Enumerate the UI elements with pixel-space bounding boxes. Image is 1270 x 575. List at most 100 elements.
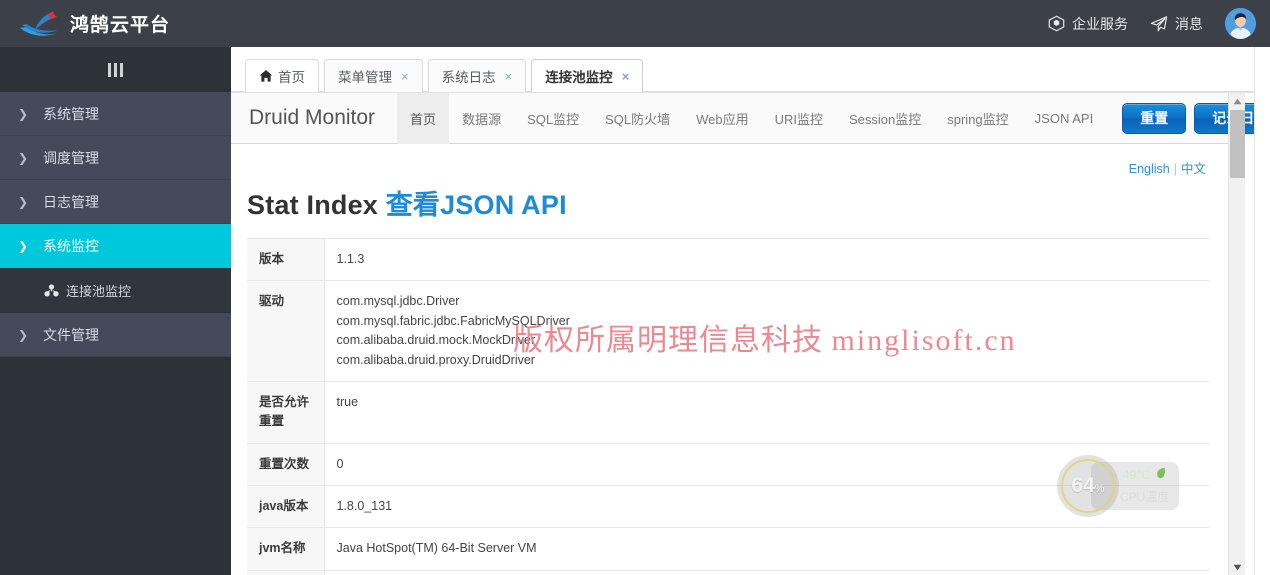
sidebar-item-system-monitor[interactable]: ❯ 系统监控 <box>0 224 231 268</box>
row-value: Java HotSpot(TM) 64-Bit Server VM <box>324 527 1209 571</box>
tab-home[interactable]: 首页 <box>245 59 319 92</box>
enterprise-service-link[interactable]: 企业服务 <box>1048 14 1128 34</box>
tab-label: 菜单管理 <box>338 70 392 85</box>
sidebar-item-schedule-management[interactable]: ❯ 调度管理 <box>0 136 231 180</box>
content-scrollbar[interactable] <box>1228 93 1245 575</box>
table-row: jvm名称 Java HotSpot(TM) 64-Bit Server VM <box>247 527 1209 571</box>
value-line: com.mysql.jdbc.Driver <box>336 294 460 309</box>
home-icon <box>259 69 273 83</box>
value-line: com.mysql.fabric.jdbc.FabricMySQLDriver <box>336 313 570 328</box>
sidebar-filler <box>0 357 231 557</box>
tab-menu-management[interactable]: 菜单管理 × <box>324 59 423 92</box>
lang-separator: | <box>1173 162 1177 176</box>
paper-plane-icon <box>1150 15 1168 33</box>
row-key: jvm名称 <box>247 527 325 571</box>
sidebar: ❯ 系统管理 ❯ 调度管理 ❯ 日志管理 ❯ 系统监控 连接池监控 ❯ 文件管理 <box>0 47 231 575</box>
druid-nav-web-app[interactable]: Web应用 <box>683 93 762 144</box>
page-title: Stat Index 查看JSON API <box>247 177 1212 238</box>
value-line: Java HotSpot(TM) 64-Bit Server VM <box>336 541 537 556</box>
value-line: com.alibaba.druid.mock.MockDriver <box>336 333 536 348</box>
table-row: 驱动 com.mysql.jdbc.Driver com.mysql.fabri… <box>247 280 1209 382</box>
row-value: 1.8.0_131 <box>324 485 1209 529</box>
close-icon[interactable]: × <box>401 70 409 83</box>
row-value: true <box>324 381 1209 444</box>
druid-body: English | 中文 Stat Index 查看JSON API 版本 1.1.… <box>231 144 1228 575</box>
sidebar-item-label: 文件管理 <box>43 326 99 343</box>
sidebar-item-log-management[interactable]: ❯ 日志管理 <box>0 180 231 224</box>
tab-strip: 首页 菜单管理 × 系统日志 × 连接池监控 × <box>231 47 1270 92</box>
close-icon[interactable]: × <box>622 70 630 83</box>
table-row: java版本 1.8.0_131 <box>247 485 1209 529</box>
scrollbar-thumb[interactable] <box>1230 110 1245 178</box>
sidebar-collapse-toggle[interactable] <box>0 47 231 92</box>
view-json-api-link[interactable]: 查看JSON API <box>386 190 567 220</box>
language-switcher: English | 中文 <box>247 144 1212 177</box>
avatar[interactable] <box>1225 8 1256 39</box>
tab-system-log[interactable]: 系统日志 × <box>427 59 527 92</box>
messages-label: 消息 <box>1175 15 1203 32</box>
sidebar-item-label: 系统管理 <box>43 105 99 122</box>
chevron-right-icon: ❯ <box>18 327 29 342</box>
druid-nav-spring-monitor[interactable]: spring监控 <box>934 93 1021 144</box>
druid-nav-datasource[interactable]: 数据源 <box>449 93 514 144</box>
scroll-down-arrow-icon[interactable] <box>1229 559 1246 575</box>
brand[interactable]: 鸿鹄云平台 <box>0 0 170 47</box>
scroll-up-arrow-icon[interactable] <box>1229 93 1246 110</box>
lang-chinese-link[interactable]: 中文 <box>1181 162 1206 176</box>
value-line: 1.1.3 <box>336 252 365 266</box>
page-title-text: Stat Index <box>247 190 379 220</box>
messages-link[interactable]: 消息 <box>1150 14 1203 34</box>
sidebar-item-file-management[interactable]: ❯ 文件管理 <box>0 313 231 357</box>
chevron-down-icon: ❯ <box>18 238 29 253</box>
app-root: 鸿鹄云平台 企业服务 消息 ❯ 系统管理 ❯ 调度管理 ❯ 日志管理 ❯ 系统监… <box>0 0 1270 575</box>
table-row: classpath路径 D \myprj\honghu-cloud\common… <box>247 570 1209 575</box>
sidebar-item-system-management[interactable]: ❯ 系统管理 <box>0 92 231 136</box>
enterprise-service-label: 企业服务 <box>1072 15 1128 32</box>
stat-index-table: 版本 1.1.3 驱动 com.mysql.jdbc.Driver com.my… <box>247 238 1209 575</box>
brand-title: 鸿鹄云平台 <box>70 15 171 36</box>
sidebar-subitem-label: 连接池监控 <box>66 283 132 299</box>
row-key: 版本 <box>247 238 325 282</box>
collapse-bars-icon <box>108 62 123 77</box>
cube-icon <box>1048 15 1065 32</box>
druid-nav-uri-monitor[interactable]: URI监控 <box>762 93 836 144</box>
right-rail <box>1254 47 1270 575</box>
row-key: java版本 <box>247 485 325 529</box>
row-value: com.mysql.jdbc.Driver com.mysql.fabric.j… <box>324 280 1209 382</box>
druid-nav-sql-firewall[interactable]: SQL防火墙 <box>592 93 683 144</box>
logo-bird-icon <box>18 9 62 39</box>
close-icon[interactable]: × <box>505 70 513 83</box>
main-content: 首页 菜单管理 × 系统日志 × 连接池监控 × Druid Monitor 首… <box>231 47 1270 575</box>
value-line: 1.8.0_131 <box>336 499 393 513</box>
value-line: true <box>336 394 359 409</box>
lang-english-link[interactable]: English <box>1129 162 1170 176</box>
sidebar-subitem-connection-pool-monitor[interactable]: 连接池监控 <box>0 268 231 313</box>
table-row: 版本 1.1.3 <box>247 238 1209 282</box>
sidebar-item-label: 日志管理 <box>43 193 99 210</box>
druid-iframe: Druid Monitor 首页 数据源 SQL监控 SQL防火墙 Web应用 … <box>231 92 1270 575</box>
row-key: 驱动 <box>247 280 325 382</box>
table-row: 是否允许重置 true <box>247 381 1209 444</box>
row-key: 重置次数 <box>247 443 325 487</box>
druid-nav-sql-monitor[interactable]: SQL监控 <box>514 93 592 144</box>
sidebar-item-label: 调度管理 <box>43 149 99 166</box>
druid-brand[interactable]: Druid Monitor <box>245 106 397 130</box>
table-row: 重置次数 0 <box>247 443 1209 487</box>
chevron-right-icon: ❯ <box>18 194 29 209</box>
cluster-icon <box>44 283 59 297</box>
row-value: 1.1.3 <box>324 238 1209 282</box>
druid-nav-session-monitor[interactable]: Session监控 <box>836 93 934 144</box>
top-header: 鸿鹄云平台 企业服务 消息 <box>0 0 1270 47</box>
row-key: classpath路径 <box>247 570 325 575</box>
druid-page: Druid Monitor 首页 数据源 SQL监控 SQL防火墙 Web应用 … <box>231 93 1270 575</box>
row-key: 是否允许重置 <box>247 381 325 444</box>
value-line: com.alibaba.druid.proxy.DruidDriver <box>336 352 535 367</box>
tab-connection-pool-monitor[interactable]: 连接池监控 × <box>531 59 644 92</box>
druid-nav-json-api[interactable]: JSON API <box>1022 93 1107 144</box>
row-value: 0 <box>324 443 1209 487</box>
chevron-right-icon: ❯ <box>18 150 29 165</box>
reset-button[interactable]: 重置 <box>1122 102 1187 134</box>
tab-label: 首页 <box>278 70 305 85</box>
druid-nav-index[interactable]: 首页 <box>397 93 450 144</box>
sidebar-item-label: 系统监控 <box>43 237 99 254</box>
